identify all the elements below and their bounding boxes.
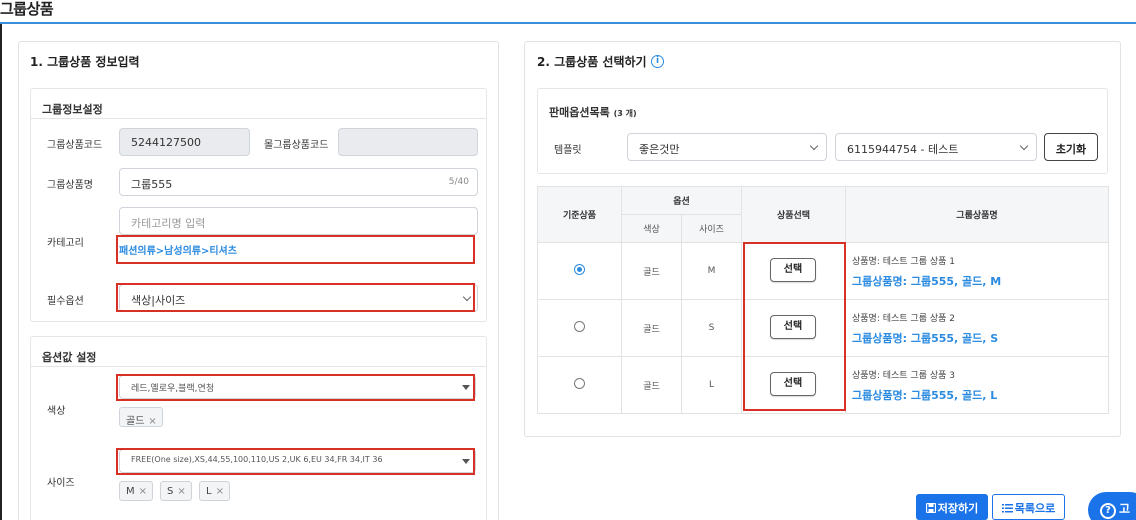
color-select-highlight — [116, 374, 475, 401]
title-divider — [0, 22, 1136, 24]
color-tag-gold: 골드 × — [119, 407, 163, 427]
product-name-text: 상품명: 테스트 그룹 상품 1 — [852, 256, 956, 267]
table-header-row: 기준상품 옵션 상품선택 그룹상품명 — [537, 186, 1109, 243]
group-name-cell: 상품명: 테스트 그룹 상품 1 그룹상품명: 그룹555, 골드, M — [845, 242, 1109, 300]
size-tag-s: S × — [160, 481, 192, 501]
remove-tag-icon[interactable]: × — [216, 486, 224, 497]
group-name-counter: 5/40 — [448, 177, 469, 187]
group-code-field: 5244127500 — [119, 128, 250, 156]
group-settings-title: 그룹정보설정 — [42, 103, 103, 116]
help-label: 고 — [1119, 502, 1131, 516]
product-select[interactable]: 6115944754 - 테스트 — [835, 133, 1037, 161]
group-name-input[interactable]: 그룹555 5/40 — [119, 168, 478, 196]
help-icon: ? — [1100, 503, 1116, 519]
color-cell: 골드 — [621, 242, 682, 300]
template-select[interactable]: 좋은것만 — [627, 133, 827, 161]
remove-tag-icon[interactable]: × — [148, 416, 156, 427]
size-cell: L — [681, 356, 742, 414]
category-path-link[interactable]: 패션의류>남성의류>티셔츠 — [119, 242, 237, 257]
reset-button[interactable]: 초기화 — [1044, 133, 1098, 161]
sale-options-title: 판매옵션목록 (3 개) — [549, 104, 637, 120]
mall-group-code-field[interactable] — [338, 128, 478, 156]
base-product-radio[interactable] — [574, 321, 585, 332]
list-button[interactable]: 목록으로 — [992, 494, 1065, 520]
color-label: 색상 — [47, 406, 66, 417]
color-cell: 골드 — [621, 299, 682, 357]
base-product-radio[interactable] — [574, 264, 585, 275]
product-name-text: 상품명: 테스트 그룹 상품 3 — [852, 370, 956, 381]
mall-group-code-label: 몰그룹상품코드 — [264, 140, 329, 151]
template-select-value: 좋은것만 — [639, 143, 680, 156]
base-product-radio[interactable] — [574, 378, 585, 389]
header-size: 사이즈 — [681, 214, 742, 243]
product-name-text: 상품명: 테스트 그룹 상품 2 — [852, 313, 956, 324]
group-settings-divider — [31, 118, 486, 119]
page-title: 그룹상품 — [0, 0, 54, 18]
color-tag-label: 골드 — [126, 416, 145, 427]
product-select-value: 6115944754 - 테스트 — [847, 143, 959, 156]
remove-tag-icon[interactable]: × — [139, 486, 147, 497]
base-product-cell — [537, 356, 622, 414]
save-button[interactable]: 저장하기 — [916, 494, 988, 520]
category-search-input[interactable]: 카테고리명 입력 — [119, 207, 478, 235]
group-product-name-text: 그룹상품명: 그룹555, 골드, S — [852, 331, 999, 345]
header-group-product-name: 그룹상품명 — [845, 186, 1109, 243]
base-product-cell — [537, 299, 622, 357]
product-select-column-highlight — [743, 242, 846, 411]
remove-tag-icon[interactable]: × — [177, 486, 185, 497]
group-name-label: 그룹상품명 — [47, 180, 93, 191]
color-cell: 골드 — [621, 356, 682, 414]
group-name-cell: 상품명: 테스트 그룹 상품 3 그룹상품명: 그룹555, 골드, L — [845, 356, 1109, 414]
group-code-label: 그룹상품코드 — [47, 140, 103, 151]
chevron-down-icon — [1019, 141, 1029, 151]
sale-options-count: (3 개) — [613, 109, 637, 118]
window-edge — [0, 24, 2, 520]
info-icon[interactable]: i — [651, 55, 664, 68]
sale-options-section — [537, 88, 1108, 174]
size-tag-label: S — [167, 486, 174, 497]
size-label: 사이즈 — [47, 478, 75, 489]
required-option-label: 필수옵션 — [47, 296, 84, 307]
category-placeholder: 카테고리명 입력 — [131, 217, 206, 230]
group-select-panel-title: 2. 그룹상품 선택하기 — [537, 55, 647, 69]
list-icon — [1001, 504, 1013, 513]
size-tag-l: L × — [199, 481, 230, 501]
template-label: 템플릿 — [554, 145, 582, 156]
required-option-highlight — [116, 283, 475, 312]
chevron-down-icon — [809, 141, 819, 151]
group-code-value: 5244127500 — [131, 136, 201, 149]
header-product-select: 상품선택 — [741, 186, 846, 243]
option-values-divider — [31, 366, 486, 367]
group-name-value: 그룹555 — [131, 178, 173, 191]
header-color: 색상 — [621, 214, 682, 243]
size-cell: M — [681, 242, 742, 300]
help-button[interactable]: ? 고 — [1088, 492, 1136, 520]
save-icon — [925, 502, 936, 514]
sale-options-label: 판매옵션목록 — [549, 106, 610, 119]
group-info-panel-title: 1. 그룹상품 정보입력 — [30, 55, 140, 69]
size-tag-m: M × — [119, 481, 154, 501]
group-name-cell: 상품명: 테스트 그룹 상품 2 그룹상품명: 그룹555, 골드, S — [845, 299, 1109, 357]
size-select-highlight — [116, 448, 475, 475]
option-values-title: 옵션값 설정 — [42, 351, 97, 364]
size-tag-label: L — [206, 486, 212, 497]
category-label: 카테고리 — [47, 238, 84, 249]
option-values-section — [30, 336, 487, 520]
header-base-product: 기준상품 — [537, 186, 622, 243]
base-product-cell — [537, 242, 622, 300]
group-product-name-text: 그룹상품명: 그룹555, 골드, L — [852, 388, 998, 402]
size-tag-label: M — [126, 486, 135, 497]
list-button-label: 목록으로 — [1014, 502, 1056, 515]
save-button-label: 저장하기 — [937, 502, 979, 515]
size-cell: S — [681, 299, 742, 357]
header-option: 옵션 — [621, 186, 742, 215]
group-product-name-text: 그룹상품명: 그룹555, 골드, M — [852, 274, 1002, 288]
